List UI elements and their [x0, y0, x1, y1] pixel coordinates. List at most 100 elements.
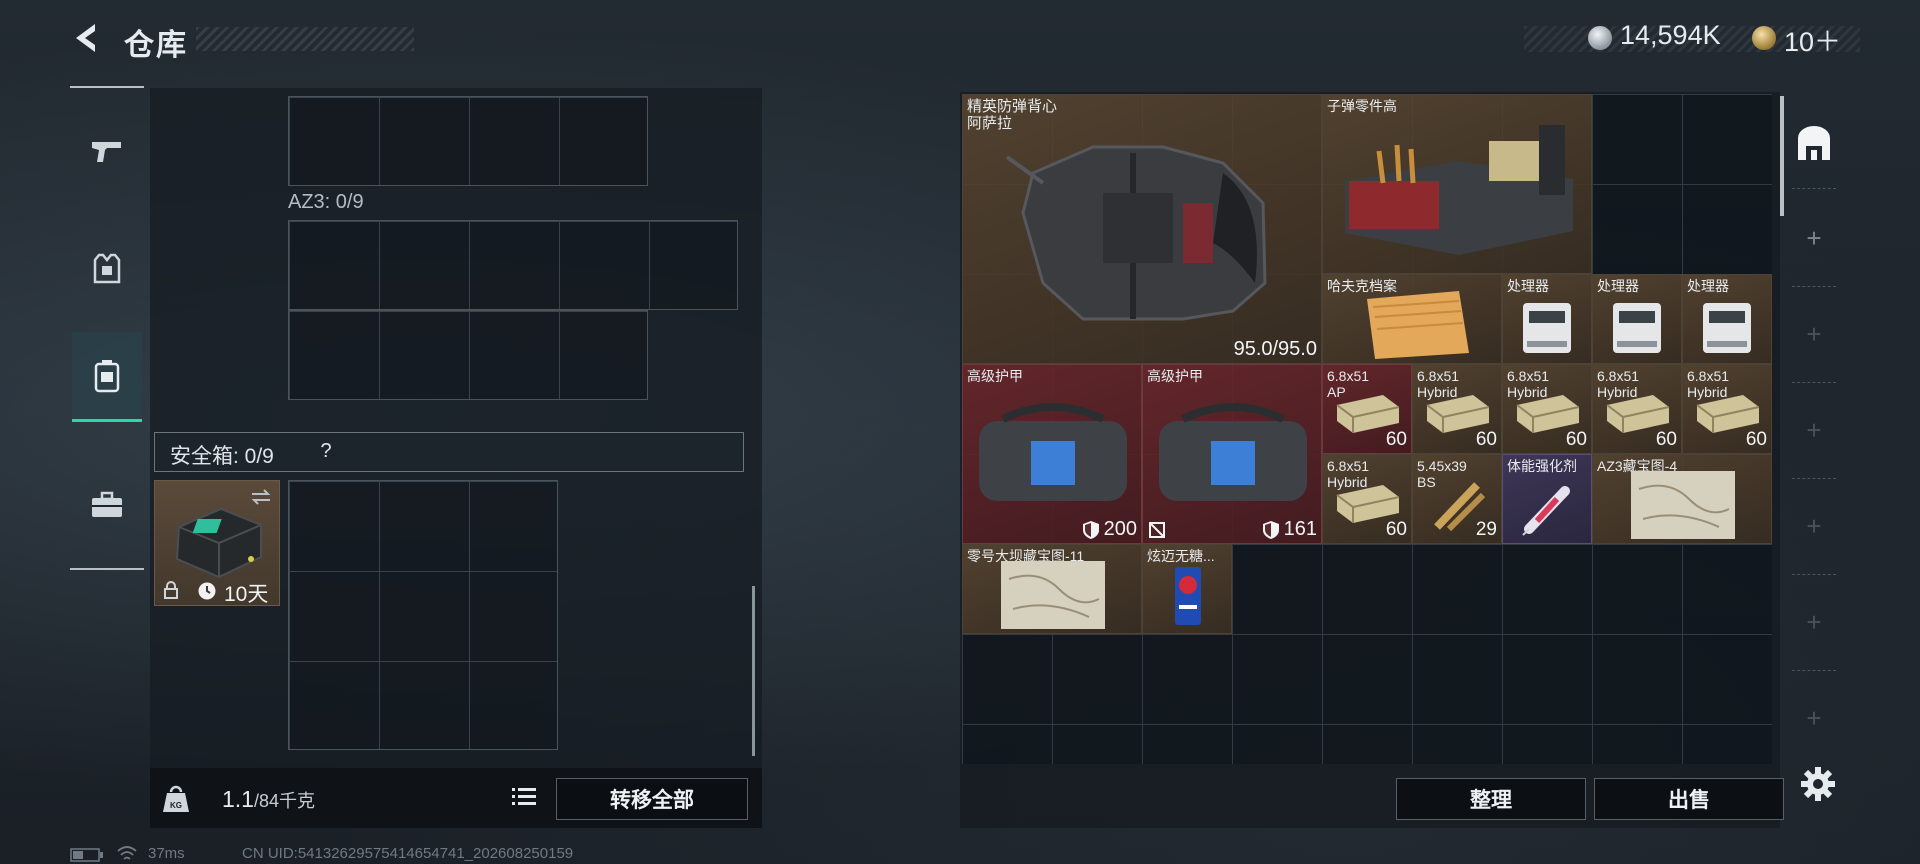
- item-count: 60: [1385, 429, 1407, 450]
- left-scrollbar[interactable]: [752, 586, 755, 756]
- rail-backpack-button[interactable]: [72, 332, 142, 422]
- inventory-item-gum[interactable]: 炫迈无糖...: [1142, 544, 1232, 634]
- inventory-item-advanced-armor[interactable]: 高级护甲 161: [1142, 364, 1322, 544]
- item-name: 高级护甲: [967, 368, 1023, 384]
- safe-box-art: [175, 507, 262, 579]
- title-decoration: [196, 27, 414, 51]
- item-armor-value: 161: [1262, 518, 1317, 541]
- toolbox-icon: [92, 491, 122, 517]
- rail-top-divider: [70, 86, 144, 88]
- inventory-item-ammo[interactable]: 6.8x51 Hybrid 60: [1322, 454, 1412, 544]
- inventory-item-ammo[interactable]: 6.8x51 Hybrid 60: [1502, 364, 1592, 454]
- page-title: 仓库: [124, 29, 188, 62]
- processor-art: [1523, 303, 1571, 353]
- weight-capacity: /84千克: [253, 791, 316, 811]
- item-armor-number: 200: [1103, 518, 1137, 540]
- backpack-icon: [94, 359, 120, 392]
- item-armor-value: 200: [1082, 518, 1137, 541]
- rail-divider: [1792, 286, 1836, 287]
- add-warehouse-tab-button[interactable]: +: [1790, 310, 1838, 358]
- back-button[interactable]: [68, 18, 108, 58]
- container-grid-top[interactable]: [288, 96, 648, 186]
- inventory-item-ammo[interactable]: 6.8x51 Hybrid 60: [1412, 364, 1502, 454]
- rail-armor-button[interactable]: [72, 224, 142, 314]
- safe-box-help-button[interactable]: ?: [312, 436, 340, 466]
- item-count: 60: [1655, 429, 1677, 450]
- rail-toolbox-button[interactable]: [72, 460, 142, 550]
- rail-bottom-divider: [70, 568, 144, 570]
- transfer-all-button[interactable]: 转移全部: [556, 778, 748, 820]
- warehouse-tab-main[interactable]: [1790, 120, 1838, 168]
- inventory-item-ammo[interactable]: 6.8x51 AP 60: [1322, 364, 1412, 454]
- item-name: 处理器: [1597, 278, 1639, 294]
- rail-divider: [1792, 574, 1836, 575]
- battery-icon: [70, 848, 103, 862]
- inventory-item-ammo[interactable]: 5.45x39 BS 29: [1412, 454, 1502, 544]
- az3-grid-row1[interactable]: [288, 220, 738, 310]
- add-warehouse-tab-button[interactable]: +: [1790, 502, 1838, 550]
- inventory-item-processor[interactable]: 处理器: [1502, 274, 1592, 364]
- clock-icon: [198, 582, 216, 600]
- list-icon: [512, 788, 536, 805]
- inventory-item-body-armor[interactable]: 精英防弹背心 阿萨拉 95.0/95.0: [962, 94, 1322, 364]
- weight-value: 1.1/84千克: [222, 786, 315, 813]
- item-name: 体能强化剂: [1507, 458, 1577, 474]
- syringe-art: [1522, 486, 1570, 536]
- safe-box-label: 安全箱: 0/9: [170, 445, 274, 468]
- list-view-button[interactable]: [507, 780, 541, 814]
- inventory-item-ammo[interactable]: 6.8x51 Hybrid 60: [1592, 364, 1682, 454]
- add-warehouse-tab-button[interactable]: +: [1790, 598, 1838, 646]
- inventory-item-processor[interactable]: 处理器: [1592, 274, 1682, 364]
- ammo-crate-art: [1345, 125, 1573, 255]
- inventory-item-ammo-parts[interactable]: 子弹零件高: [1322, 94, 1592, 274]
- warehouse-grid[interactable]: 精英防弹背心 阿萨拉 95.0/95.0 子弹零件高 哈夫克档案 处理器 处理器…: [962, 94, 1772, 764]
- az3-container-label: AZ3: 0/9: [288, 191, 364, 213]
- item-name: 高级护甲: [1147, 368, 1203, 384]
- plus-icon: +: [1806, 318, 1822, 349]
- inventory-item-ammo[interactable]: 6.8x51 Hybrid 60: [1682, 364, 1772, 454]
- weight-current: 1.1: [222, 786, 254, 812]
- pistol-icon: [92, 142, 121, 162]
- add-warehouse-tab-button[interactable]: +: [1790, 214, 1838, 262]
- item-name: 精英防弹背心 阿萨拉: [967, 98, 1058, 132]
- safe-box-duration: 10天: [224, 583, 269, 606]
- no-repair-icon: [1149, 522, 1165, 538]
- swap-icon: [251, 489, 271, 505]
- rail-weapons-button[interactable]: [72, 106, 142, 196]
- gold-currency-amount[interactable]: 10＋: [1784, 20, 1841, 59]
- item-count: 29: [1475, 519, 1497, 540]
- gear-icon: [1801, 767, 1835, 801]
- item-armor-number: 161: [1283, 518, 1317, 540]
- processor-art: [1613, 303, 1661, 353]
- inventory-item-treasure-map[interactable]: 零号大坝藏宝图-11: [962, 544, 1142, 634]
- warehouse-scrollbar[interactable]: [1780, 96, 1784, 216]
- back-arrow-icon: [76, 24, 95, 52]
- inventory-item-treasure-map[interactable]: AZ3藏宝图-4: [1592, 454, 1772, 544]
- item-name: 炫迈无糖...: [1147, 548, 1215, 564]
- plus-icon: +: [1806, 222, 1822, 253]
- inventory-item-advanced-armor[interactable]: 高级护甲 200: [962, 364, 1142, 544]
- gold-coin-icon: [1752, 26, 1776, 50]
- inventory-item-stimulant[interactable]: 体能强化剂: [1502, 454, 1592, 544]
- safe-box-grid[interactable]: [288, 480, 558, 750]
- sort-button[interactable]: 整理: [1396, 778, 1586, 820]
- inventory-item-processor[interactable]: 处理器: [1682, 274, 1772, 364]
- sell-button[interactable]: 出售: [1594, 778, 1784, 820]
- weight-kg-icon: KG: [163, 785, 189, 812]
- az3-grid-row2[interactable]: [288, 310, 648, 400]
- item-count: 60: [1565, 429, 1587, 450]
- armor-icon: [93, 253, 121, 284]
- add-warehouse-tab-button[interactable]: +: [1790, 406, 1838, 454]
- inventory-item-haavk-file[interactable]: 哈夫克档案: [1322, 274, 1502, 364]
- document-art: [1367, 291, 1469, 359]
- add-warehouse-tab-button[interactable]: +: [1790, 694, 1838, 742]
- map-art: [1001, 561, 1105, 629]
- item-durability: 95.0/95.0: [1233, 338, 1317, 360]
- armor-bag-art: [1159, 403, 1307, 501]
- plus-icon: +: [1806, 414, 1822, 445]
- item-count: 60: [1745, 429, 1767, 450]
- silver-coin-icon: [1588, 26, 1612, 50]
- plus-icon: +: [1806, 606, 1822, 637]
- armor-bag-art: [979, 403, 1127, 501]
- settings-button[interactable]: [1796, 762, 1840, 806]
